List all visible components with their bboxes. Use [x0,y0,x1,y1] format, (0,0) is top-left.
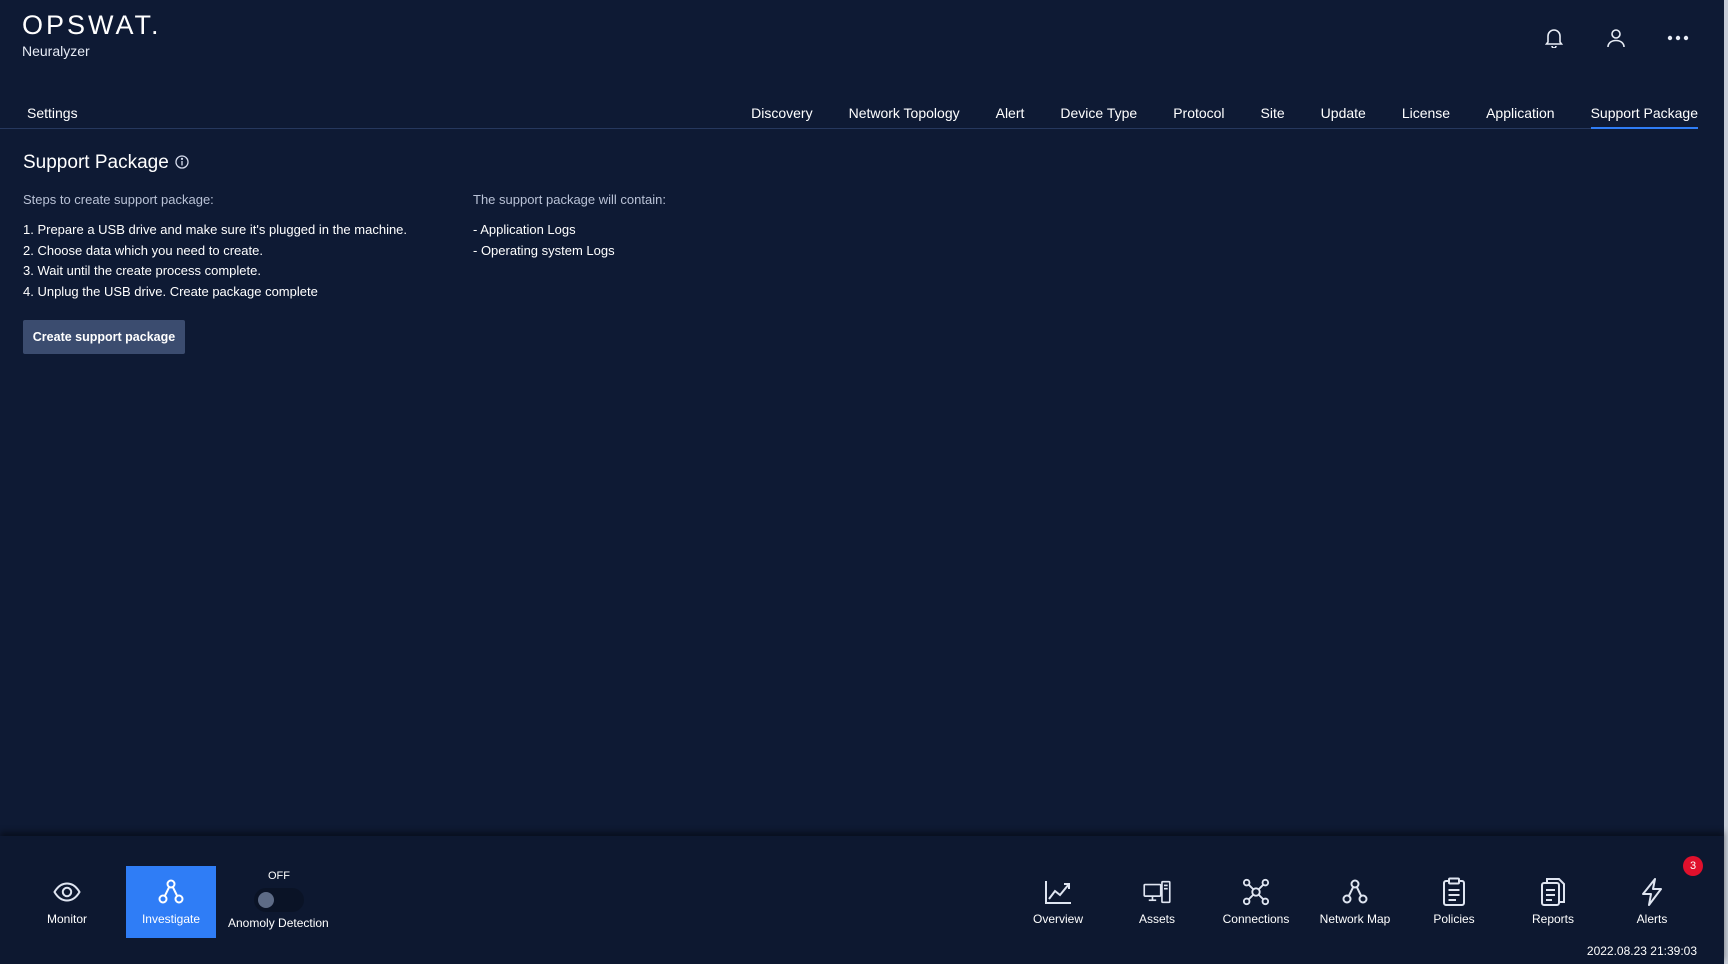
chart-line-icon [1044,878,1072,906]
main-area: OPSWAT. Neuralyzer Settings Discovery Ne… [0,0,1724,836]
nav-label: Policies [1433,912,1475,926]
tab-device-type[interactable]: Device Type [1042,96,1155,128]
nav-label: Alerts [1636,912,1668,926]
scrollbar[interactable] [1724,0,1728,964]
investigate-icon [157,878,185,906]
steps-heading: Steps to create support package: [23,192,214,207]
product-name: Neuralyzer [22,43,90,59]
anomaly-toggle[interactable] [254,888,304,912]
tab-license[interactable]: License [1384,96,1468,128]
nav-policies[interactable]: Policies [1409,866,1499,938]
nav-label: Investigate [141,912,201,926]
nav-label: Connections [1222,912,1290,926]
step-item: 1. Prepare a USB drive and make sure it'… [23,222,408,237]
user-icon[interactable] [1600,22,1632,54]
tab-support-package[interactable]: Support Package [1573,96,1699,129]
lightning-icon [1638,878,1666,906]
step-item: 4. Unplug the USB drive. Create package … [23,284,318,300]
toggle-knob [258,892,274,908]
contents-column: The support package will contain: - Appl… [473,192,773,261]
info-icon[interactable] [175,155,191,171]
anomaly-detection: OFF Anomoly Detection [228,870,332,940]
tab-discovery[interactable]: Discovery [733,96,830,128]
nav-monitor[interactable]: Monitor [22,866,112,938]
nav-label: Monitor [46,912,87,926]
tab-site[interactable]: Site [1243,96,1303,128]
nav-investigate[interactable]: Investigate [126,866,216,938]
nav-label: Reports [1531,912,1575,926]
contents-heading: The support package will contain: [473,192,666,207]
timestamp: 2022.08.23 21:39:03 [1586,944,1697,958]
tab-application[interactable]: Application [1468,96,1573,128]
clipboard-icon [1440,877,1468,906]
step-item: 2. Choose data which you need to create. [23,242,263,258]
bottom-nav: Monitor Investigate OFF Anomoly Detectio… [0,836,1724,964]
alerts-badge: 3 [1683,856,1703,876]
settings-tabs: Settings Discovery Network Topology Aler… [0,96,1699,129]
settings-title: Settings [27,105,78,121]
step-item: 3. Wait until the create process complet… [23,263,261,279]
nav-connections[interactable]: Connections [1211,866,1301,938]
nav-network-map[interactable]: Network Map [1310,866,1400,938]
nav-alerts[interactable]: Alerts [1607,866,1697,938]
anomaly-label: Anomoly Detection [228,916,329,930]
nav-reports[interactable]: Reports [1508,866,1598,938]
tab-update[interactable]: Update [1303,96,1384,128]
nav-label: Assets [1138,912,1175,926]
nav-overview[interactable]: Overview [1013,866,1103,938]
bell-icon[interactable] [1538,22,1570,54]
network-map-icon [1341,878,1369,906]
tab-alert[interactable]: Alert [978,96,1043,128]
tab-network-topology[interactable]: Network Topology [831,96,978,128]
connections-icon [1242,878,1270,906]
eye-icon [53,878,81,906]
header-actions [1538,22,1694,54]
page-title: Support Package [23,152,169,173]
assets-icon [1143,878,1171,906]
brand: OPSWAT. Neuralyzer [22,10,162,59]
contents-item: - Operating system Logs [473,242,615,258]
nav-label: Overview [1032,912,1083,926]
support-package-panel: Support Package Steps to create support … [23,152,666,299]
opswat-logo: OPSWAT. [22,10,162,40]
create-support-package-button[interactable]: Create support package [23,320,185,354]
tab-protocol[interactable]: Protocol [1155,96,1242,128]
more-icon[interactable] [1662,22,1694,54]
nav-label: Network Map [1319,912,1391,926]
nav-assets[interactable]: Assets [1112,866,1202,938]
anomaly-state: OFF [268,870,290,882]
title-row: Support Package [23,152,191,174]
contents-item: - Application Logs [473,222,576,237]
steps-column: Steps to create support package: 1. Prep… [23,192,443,303]
tab-list: Discovery Network Topology Alert Device … [733,96,1699,129]
reports-icon [1539,878,1567,906]
